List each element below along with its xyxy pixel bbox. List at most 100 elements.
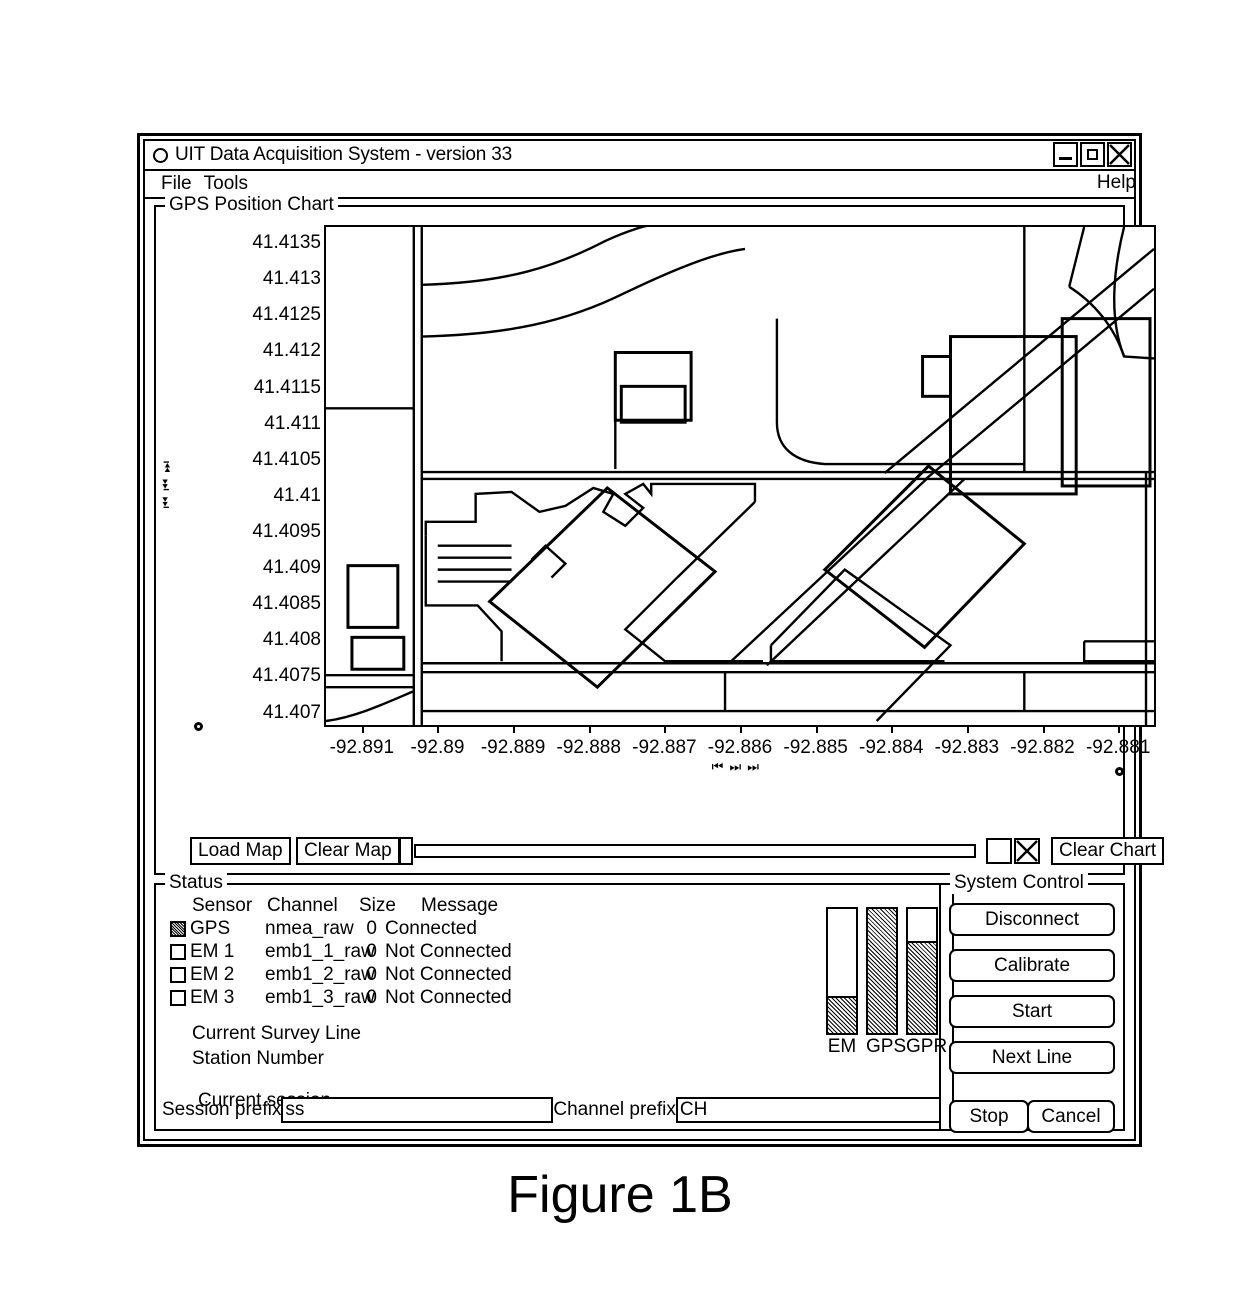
y-axis-tick-label: 41.4075: [252, 665, 321, 687]
y-axis-tick-label: 41.41: [273, 484, 321, 506]
window-controls: [1053, 142, 1132, 167]
x-axis-tick-label: -92.888: [556, 737, 621, 758]
cell-sensor: EM 2: [190, 963, 235, 985]
sensor-status-row: EM 1 emb1_1_raw 0 Not Connected: [170, 940, 512, 963]
load-map-button[interactable]: Load Map: [190, 837, 291, 865]
y-axis-tick-label: 41.408: [262, 629, 321, 651]
x-axis-tick-mark: [966, 725, 969, 733]
horizontal-scroll-nav[interactable]: ⏮ ⏭ ⏭: [712, 761, 760, 774]
x-axis-tick-mark: [588, 725, 591, 733]
channel-prefix-input[interactable]: [675, 1097, 941, 1123]
minimize-icon[interactable]: [1053, 142, 1078, 167]
x-axis-tick-label: -92.885: [783, 737, 848, 758]
close-icon[interactable]: [1107, 142, 1132, 167]
cell-message: Not Connected: [385, 986, 512, 1008]
session-prefix-input[interactable]: [281, 1097, 554, 1123]
y-axis-tick-label: 41.4115: [253, 376, 321, 398]
x-axis-tick-label: -92.887: [632, 737, 697, 758]
current-survey-line-label: Current Survey Line: [192, 1023, 361, 1044]
sensor-status-row: EM 3 emb1_3_raw 0 Not Connected: [170, 986, 512, 1009]
menu-item-file[interactable]: File: [155, 173, 198, 195]
y-axis-tick-label: 41.407: [262, 701, 321, 723]
clear-chart-button[interactable]: Clear Chart: [1051, 837, 1165, 865]
signal-gauge: [906, 907, 938, 1035]
x-axis-tick-mark: [740, 725, 742, 733]
system-control-legend: System Control: [950, 872, 1088, 894]
prefix-row: Session prefix Channel prefix: [162, 1097, 946, 1123]
cell-size: 0: [366, 963, 377, 985]
signal-gauges: EM GPS GPR: [826, 907, 947, 1058]
y-axis-tick-label: 41.4135: [252, 232, 321, 254]
sensor-status-table: Sensor Channel Size Message GPS nmea_raw 0…: [170, 895, 512, 1009]
window-title: UIT Data Acquisition System - version 33: [175, 144, 512, 165]
map-x-checkbox[interactable]: [1014, 838, 1040, 864]
menu-item-tools[interactable]: Tools: [198, 173, 254, 195]
x-axis-tick-label: -92.882: [1010, 737, 1075, 758]
y-axis-tick-label: 41.412: [262, 340, 321, 362]
maximize-icon[interactable]: [1080, 142, 1105, 167]
cell-sensor: GPS: [190, 917, 231, 939]
sensor-enable-checkbox[interactable]: [170, 989, 186, 1006]
cell-channel: emb1_3_raw: [265, 986, 375, 1008]
x-axis-tick-label: -92.89: [410, 737, 465, 758]
cell-size: 0: [366, 940, 377, 962]
x-axis-tick-label: -92.881: [1085, 737, 1151, 758]
circle-icon: [153, 147, 168, 163]
x-axis-tick-mark: [361, 725, 364, 733]
column-header-size: Size: [359, 895, 396, 916]
chart-origin-marker-right: [1115, 767, 1124, 776]
x-axis-tick-mark: [664, 725, 667, 733]
x-axis-tick-mark: [1118, 725, 1121, 733]
x-axis-tick-label: -92.884: [859, 737, 924, 758]
column-header-message: Message: [421, 895, 499, 916]
sensor-status-row: GPS nmea_raw 0 Connected: [170, 917, 512, 940]
application-window-inner-frame: UIT Data Acquisition System - version 33…: [143, 139, 1165, 1141]
y-axis-tick-label: 41.411: [264, 412, 321, 434]
cell-message: Not Connected: [385, 940, 512, 962]
column-header-channel: Channel: [267, 895, 338, 916]
chart-origin-marker-left: [194, 722, 203, 731]
vertical-scroll-nav[interactable]: ⏮ ⏭ ⏭: [158, 461, 173, 509]
map-slider-track[interactable]: [414, 844, 976, 858]
stop-button[interactable]: Stop: [949, 1100, 1029, 1133]
map-slider-thumb[interactable]: [399, 837, 413, 865]
x-axis-tick-label: -92.886: [707, 737, 773, 758]
cell-channel: emb1_2_raw: [265, 963, 375, 985]
gps-position-chart-panel: GPS Position Chart ⏮ ⏭ ⏭ 41.4135 41.413 41…: [154, 194, 1165, 875]
x-axis-tick-mark: [1042, 725, 1045, 733]
cell-channel: emb1_1_raw: [265, 940, 375, 962]
clear-map-button[interactable]: Clear Map: [296, 837, 400, 865]
cell-size: 0: [366, 986, 377, 1008]
sensor-enable-checkbox[interactable]: [170, 966, 186, 983]
x-axis-tick-mark: [815, 725, 818, 733]
cancel-button[interactable]: Cancel: [1027, 1100, 1115, 1133]
sensor-status-row: EM 2 emb1_2_raw 0 Not Connected: [170, 963, 512, 986]
x-axis-tick-label: -92.889: [480, 737, 546, 758]
system-control-panel: System Control Disconnect Calibrate Star…: [939, 872, 1125, 1133]
map-plot-area[interactable]: [324, 225, 1156, 727]
next-line-button[interactable]: Next Line: [949, 1041, 1115, 1074]
map-toggle-checkbox[interactable]: [986, 838, 1012, 864]
signal-gauge: [826, 907, 858, 1035]
menu-item-help[interactable]: Help: [1097, 172, 1136, 194]
sensor-enable-checkbox[interactable]: [170, 943, 186, 960]
application-window: UIT Data Acquisition System - version 33…: [137, 133, 1165, 1147]
x-axis-tick-mark: [891, 725, 894, 733]
calibrate-button[interactable]: Calibrate: [949, 949, 1115, 982]
x-axis-tick-mark: [437, 725, 440, 733]
cell-sensor: EM 3: [190, 986, 235, 1008]
cell-message: Connected: [385, 917, 477, 939]
disconnect-button[interactable]: Disconnect: [949, 903, 1115, 936]
figure-caption: Figure 1B: [507, 1166, 733, 1224]
signal-gauge-fill: [908, 941, 936, 1033]
signal-gauge-label: GPS: [866, 1036, 907, 1057]
start-button[interactable]: Start: [949, 995, 1115, 1028]
x-axis-tick-label: -92.891: [329, 737, 395, 758]
status-panel: Status Sensor Channel Size Message GPS nm…: [154, 872, 954, 1131]
title-bar: UIT Data Acquisition System - version 33: [145, 141, 1134, 171]
cell-size: 0: [366, 917, 377, 939]
x-axis-tick-label: -92.883: [934, 737, 1000, 758]
sensor-enable-checkbox[interactable]: [170, 920, 186, 937]
column-header-sensor: Sensor: [192, 895, 253, 916]
status-panel-legend: Status: [165, 872, 227, 894]
